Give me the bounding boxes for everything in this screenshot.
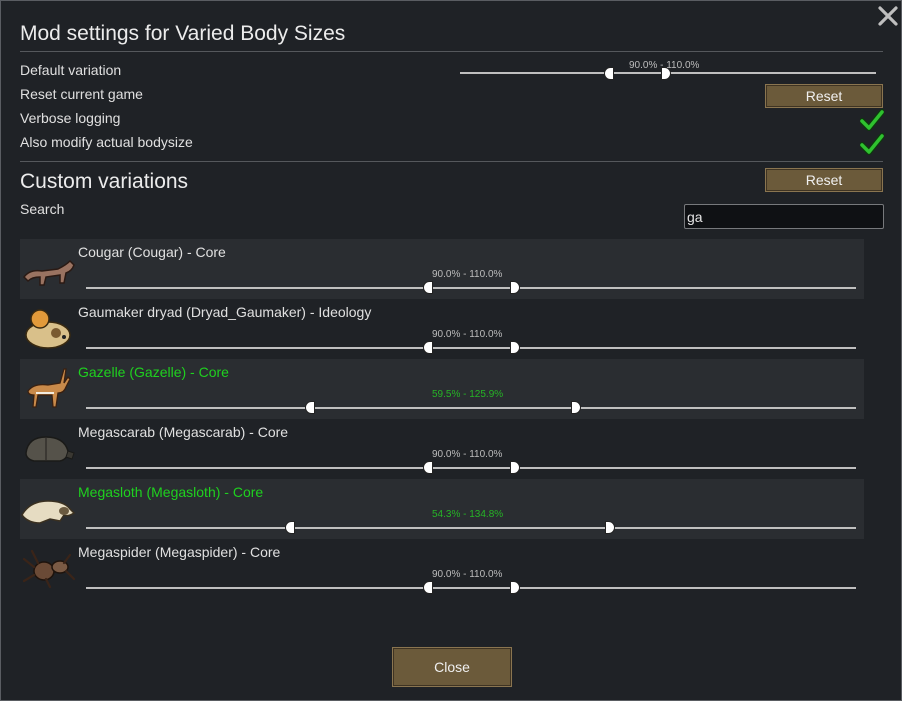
entry-name: Megaspider (Megaspider) - Core [78, 544, 281, 560]
gaumaker-dryad-icon [25, 309, 71, 349]
entry-cougar: Cougar (Cougar) - Core 90.0% - 110.0% [20, 239, 864, 299]
entry-gaumaker-dryad: Gaumaker dryad (Dryad_Gaumaker) - Ideolo… [20, 299, 864, 359]
entry-name: Cougar (Cougar) - Core [78, 244, 226, 260]
verbose-logging-label: Verbose logging [20, 110, 121, 126]
entry-slider-track[interactable] [86, 587, 856, 589]
title-divider [20, 51, 883, 52]
custom-reset-button[interactable]: Reset [765, 168, 883, 192]
close-icon[interactable] [875, 3, 901, 29]
dialog-title: Mod settings for Varied Body Sizes [20, 22, 346, 45]
entry-slider-track[interactable] [86, 527, 856, 529]
section-divider [20, 161, 883, 162]
reset-game-label: Reset current game [20, 86, 143, 102]
default-variation-label: Default variation [20, 62, 122, 78]
modify-bodysize-checkmark-icon[interactable] [860, 133, 884, 155]
reset-game-button[interactable]: Reset [765, 84, 883, 108]
search-input[interactable] [684, 204, 884, 229]
verbose-logging-checkmark-icon[interactable] [860, 109, 884, 131]
entry-name: Megasloth (Megasloth) - Core [78, 484, 264, 500]
entry-megascarab: Megascarab (Megascarab) - Core 90.0% - 1… [20, 419, 864, 479]
megascarab-icon [25, 436, 75, 462]
entry-megasloth: Megasloth (Megasloth) - Core 54.3% - 134… [20, 479, 864, 539]
entry-max-handle[interactable] [509, 461, 520, 474]
mod-settings-dialog: Mod settings for Varied Body Sizes Defau… [0, 0, 902, 701]
entry-range-text: 90.0% - 110.0% [432, 569, 503, 580]
gazelle-icon [27, 368, 71, 408]
close-button[interactable]: Close [392, 647, 512, 687]
megaspider-icon [22, 549, 76, 589]
entry-min-handle[interactable] [422, 281, 433, 294]
cougar-icon [23, 259, 75, 286]
entry-range-text: 90.0% - 110.0% [432, 449, 503, 460]
entry-name: Gazelle (Gazelle) - Core [78, 364, 229, 380]
entry-range-text: 90.0% - 110.0% [432, 269, 503, 280]
entry-min-handle[interactable] [422, 581, 433, 594]
search-label: Search [20, 201, 65, 217]
entry-max-handle[interactable] [509, 281, 520, 294]
entry-max-handle[interactable] [570, 401, 581, 414]
modify-bodysize-label: Also modify actual bodysize [20, 134, 193, 150]
entry-max-handle[interactable] [604, 521, 615, 534]
entry-min-handle[interactable] [285, 521, 296, 534]
entry-name: Megascarab (Megascarab) - Core [78, 424, 289, 440]
default-variation-min-handle[interactable] [604, 67, 614, 80]
entry-name: Gaumaker dryad (Dryad_Gaumaker) - Ideolo… [78, 304, 372, 320]
entry-min-handle[interactable] [422, 341, 433, 354]
entry-min-handle[interactable] [305, 401, 316, 414]
megasloth-icon [21, 500, 76, 524]
entry-slider-track[interactable] [86, 407, 856, 409]
entry-range-text: 54.3% - 134.8% [432, 509, 504, 520]
entry-gazelle: Gazelle (Gazelle) - Core 59.5% - 125.9% [20, 359, 864, 419]
entry-range-text: 90.0% - 110.0% [432, 329, 503, 340]
entry-min-handle[interactable] [422, 461, 433, 474]
entry-range-text: 59.5% - 125.9% [432, 389, 504, 400]
entry-slider-track[interactable] [86, 347, 856, 349]
custom-variations-title: Custom variations [20, 170, 189, 193]
default-variation-range: 90.0% - 110.0% [629, 60, 700, 71]
entry-slider-track[interactable] [86, 287, 856, 289]
entry-slider-track[interactable] [86, 467, 856, 469]
entry-megaspider: Megaspider (Megaspider) - Core 90.0% - 1… [20, 539, 864, 599]
entry-max-handle[interactable] [509, 581, 520, 594]
entry-max-handle[interactable] [509, 341, 520, 354]
